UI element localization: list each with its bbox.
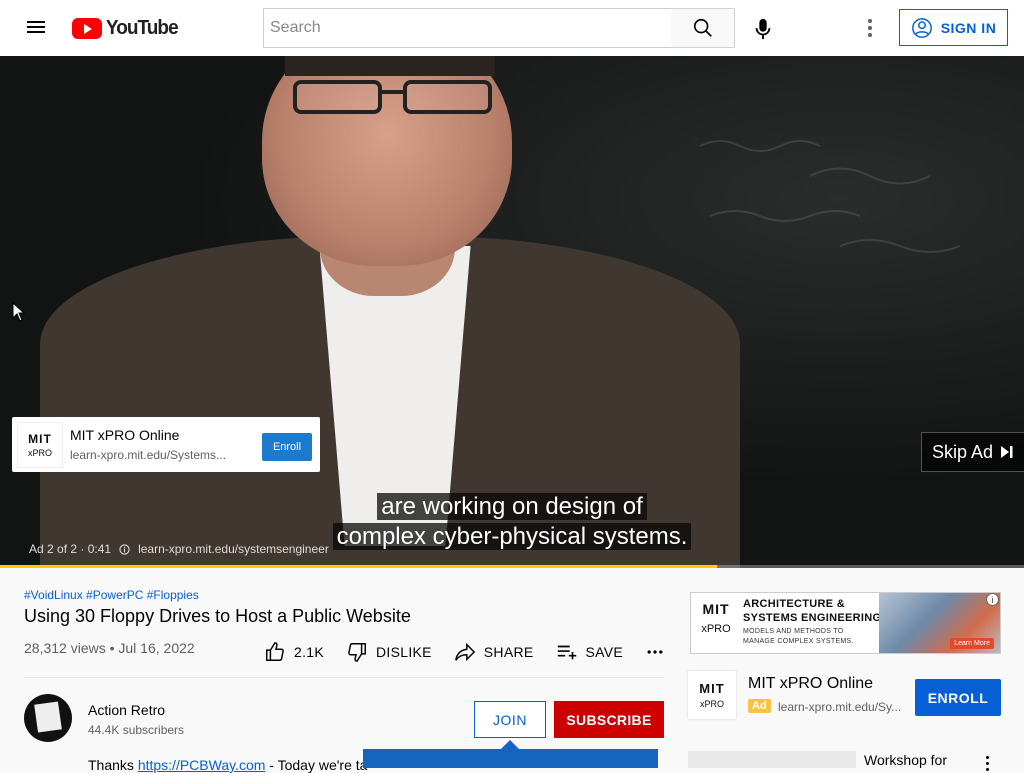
more-horizontal-icon	[647, 650, 663, 654]
banner-headline-2: SYSTEMS ENGINEERING	[743, 612, 882, 624]
sidebar-ad-logo-mit: MIT	[699, 681, 725, 696]
view-count-date: 28,312 views • Jul 16, 2022	[24, 640, 195, 656]
playlist-add-icon	[557, 645, 576, 660]
search-button[interactable]	[671, 8, 735, 48]
mouse-cursor-icon	[12, 302, 26, 322]
share-icon	[454, 642, 476, 662]
ad-badge: Ad	[748, 699, 771, 713]
banner-headline-1: ARCHITECTURE &	[743, 598, 845, 610]
presenter-glasses	[293, 80, 492, 114]
dislike-button[interactable]: DISLIKE	[346, 640, 432, 664]
like-button[interactable]: 2.1K	[264, 640, 324, 664]
tooltip-arrow	[501, 740, 519, 749]
share-button[interactable]: SHARE	[454, 640, 534, 664]
caption-line-2: complex cyber-physical systems.	[332, 523, 692, 550]
caption-line-1: are working on design of	[377, 493, 647, 520]
skip-next-icon	[1001, 446, 1013, 458]
video-description: Thanks https://PCBWay.com - Today we're …	[88, 757, 367, 773]
progress-bar[interactable]	[0, 565, 1024, 568]
dislike-label: DISLIKE	[376, 644, 432, 660]
banner-image: Learn More	[879, 593, 1000, 653]
video-hashtags[interactable]: #VoidLinux #PowerPC #Floppies	[24, 588, 199, 602]
share-label: SHARE	[483, 644, 534, 660]
video-player[interactable]: MIT xPRO MIT xPRO Online learn-xpro.mit.…	[0, 56, 1024, 568]
background-equations	[699, 140, 961, 253]
subscribe-button[interactable]: SUBSCRIBE	[554, 701, 664, 738]
banner-logo-xpro: xPRO	[701, 623, 731, 635]
save-button[interactable]: SAVE	[556, 640, 624, 664]
ad-info-icon[interactable]: i	[986, 593, 999, 606]
banner-logo: MIT xPRO	[697, 601, 735, 635]
youtube-logo[interactable]: YouTube	[72, 17, 180, 39]
banner-learn-more[interactable]: Learn More	[950, 638, 994, 649]
ad-info-bar: Ad 2 of 2 · 0:41 learn-xpro.mit.edu/syst…	[29, 542, 329, 556]
ad-logo-mit: MIT	[28, 432, 52, 446]
search-input[interactable]	[263, 8, 672, 48]
thumbs-down-icon	[348, 643, 366, 662]
search-icon	[693, 18, 712, 37]
banner-logo-mit: MIT	[702, 601, 730, 617]
logo-text: YouTube	[105, 16, 179, 39]
video-actions: 2.1K DISLIKE SHARE SAVE	[264, 640, 687, 664]
sign-in-button[interactable]: SIGN IN	[899, 9, 1008, 46]
menu-icon[interactable]	[24, 18, 48, 38]
join-tooltip	[363, 749, 658, 768]
ad-title: MIT xPRO Online	[70, 427, 180, 443]
microphone-icon	[755, 18, 771, 40]
sidebar-ad-logo[interactable]: MIT xPRO	[688, 671, 736, 719]
ad-overlay-card[interactable]: MIT xPRO MIT xPRO Online learn-xpro.mit.…	[12, 417, 320, 472]
sidebar-enroll-button[interactable]: ENROLL	[915, 679, 1001, 716]
thumbs-up-icon	[266, 642, 284, 661]
account-icon	[911, 17, 932, 38]
banner-headline: ARCHITECTURE & SYSTEMS ENGINEERING	[743, 597, 881, 625]
sidebar-ad-url[interactable]: learn-xpro.mit.edu/Sy...	[778, 700, 904, 714]
presenter-hair	[285, 56, 495, 76]
ad-logo: MIT xPRO	[17, 422, 63, 468]
save-label: SAVE	[585, 644, 624, 660]
banner-subtext: MODELS AND METHODS TO MANAGE COMPLEX SYS…	[743, 627, 854, 647]
divider	[24, 677, 664, 678]
banner-sub-2: MANAGE COMPLEX SYSTEMS.	[743, 638, 854, 645]
ad-url[interactable]: learn-xpro.mit.edu/Systems...	[70, 448, 242, 462]
skip-ad-button[interactable]: Skip Ad	[921, 432, 1024, 472]
sidebar-ad-banner[interactable]: MIT xPRO ARCHITECTURE & SYSTEMS ENGINEER…	[690, 592, 1001, 654]
next-video-thumbnail[interactable]	[688, 751, 856, 768]
sidebar-ad-logo-xpro: xPRO	[699, 699, 724, 709]
progress-fill	[0, 565, 717, 568]
sidebar-ad-title[interactable]: MIT xPRO Online	[748, 675, 873, 693]
sign-in-label: SIGN IN	[940, 19, 997, 36]
ad-display-url[interactable]: learn-xpro.mit.edu/systemsengineer	[138, 542, 329, 556]
next-video-menu-icon[interactable]	[986, 756, 989, 771]
top-bar: YouTube SIGN IN	[0, 0, 1024, 56]
ad-logo-xpro: xPRO	[27, 448, 52, 458]
description-link[interactable]: https://PCBWay.com	[138, 757, 266, 773]
description-prefix: Thanks	[88, 757, 138, 773]
subscriber-count: 44.4K subscribers	[88, 723, 185, 737]
skip-ad-label: Skip Ad	[932, 441, 994, 462]
banner-sub-1: MODELS AND METHODS TO	[743, 628, 844, 635]
info-icon[interactable]	[119, 543, 130, 555]
description-rest: - Today we're ta	[265, 757, 368, 773]
youtube-play-icon	[72, 17, 102, 39]
more-actions-button[interactable]	[645, 640, 665, 664]
join-button[interactable]: JOIN	[474, 701, 546, 738]
next-video-title[interactable]: Workshop for	[864, 752, 947, 768]
voice-search-button[interactable]	[748, 14, 778, 44]
ad-enroll-button[interactable]: Enroll	[262, 433, 312, 461]
channel-avatar[interactable]	[24, 694, 72, 742]
like-count: 2.1K	[294, 644, 324, 660]
settings-more-icon[interactable]	[858, 16, 882, 40]
video-title: Using 30 Floppy Drives to Host a Public …	[24, 606, 411, 626]
ad-counter: Ad 2 of 2 · 0:41	[29, 542, 112, 556]
channel-name[interactable]: Action Retro	[88, 702, 165, 718]
